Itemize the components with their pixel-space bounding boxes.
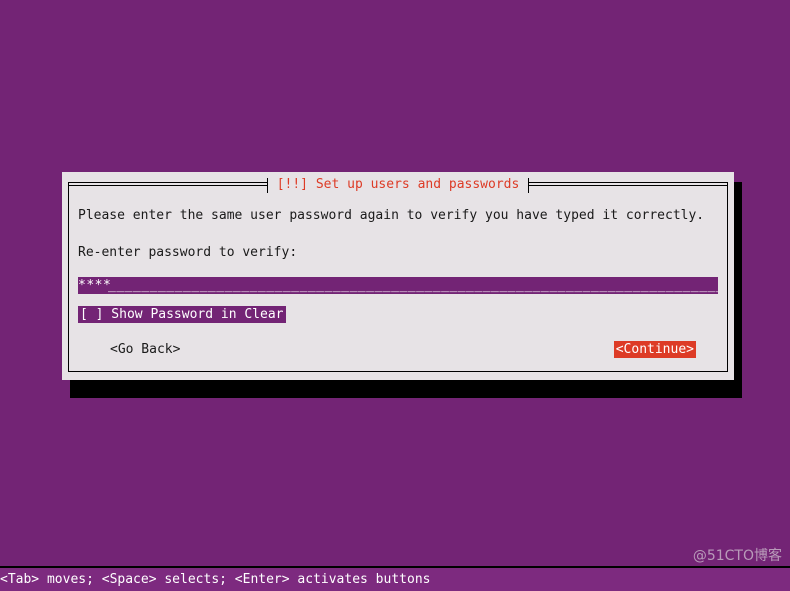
dialog-body: Please enter the same user password agai… <box>78 204 718 368</box>
prompt-text: Please enter the same user password agai… <box>78 208 705 223</box>
continue-button[interactable]: <Continue> <box>613 341 696 358</box>
password-masked-value: **** <box>78 278 112 293</box>
go-back-button[interactable]: <Go Back> <box>110 341 180 358</box>
password-input[interactable]: ________________________________________… <box>78 277 718 294</box>
password-field-label: Re-enter password to verify: <box>78 245 298 260</box>
dialog-title: [!!] Set up users and passwords <box>267 177 529 193</box>
status-bar: <Tab> moves; <Space> selects; <Enter> ac… <box>0 566 790 591</box>
status-bar-text: <Tab> moves; <Space> selects; <Enter> ac… <box>0 572 431 587</box>
installer-screen: { "screen": { "background_color": "#7324… <box>0 0 790 591</box>
title-rule-left <box>68 184 267 186</box>
setup-users-dialog: [!!] Set up users and passwords Please e… <box>62 172 734 380</box>
password-fill-line: ________________________________________… <box>108 278 718 293</box>
title-rule-right <box>529 184 729 186</box>
dialog-button-row: <Go Back> <Continue> <box>78 341 718 358</box>
show-password-checkbox[interactable]: [ ] Show Password in Clear <box>78 306 286 323</box>
dialog-title-bar: [!!] Set up users and passwords <box>68 176 729 194</box>
watermark: @51CTO博客 <box>692 548 782 564</box>
